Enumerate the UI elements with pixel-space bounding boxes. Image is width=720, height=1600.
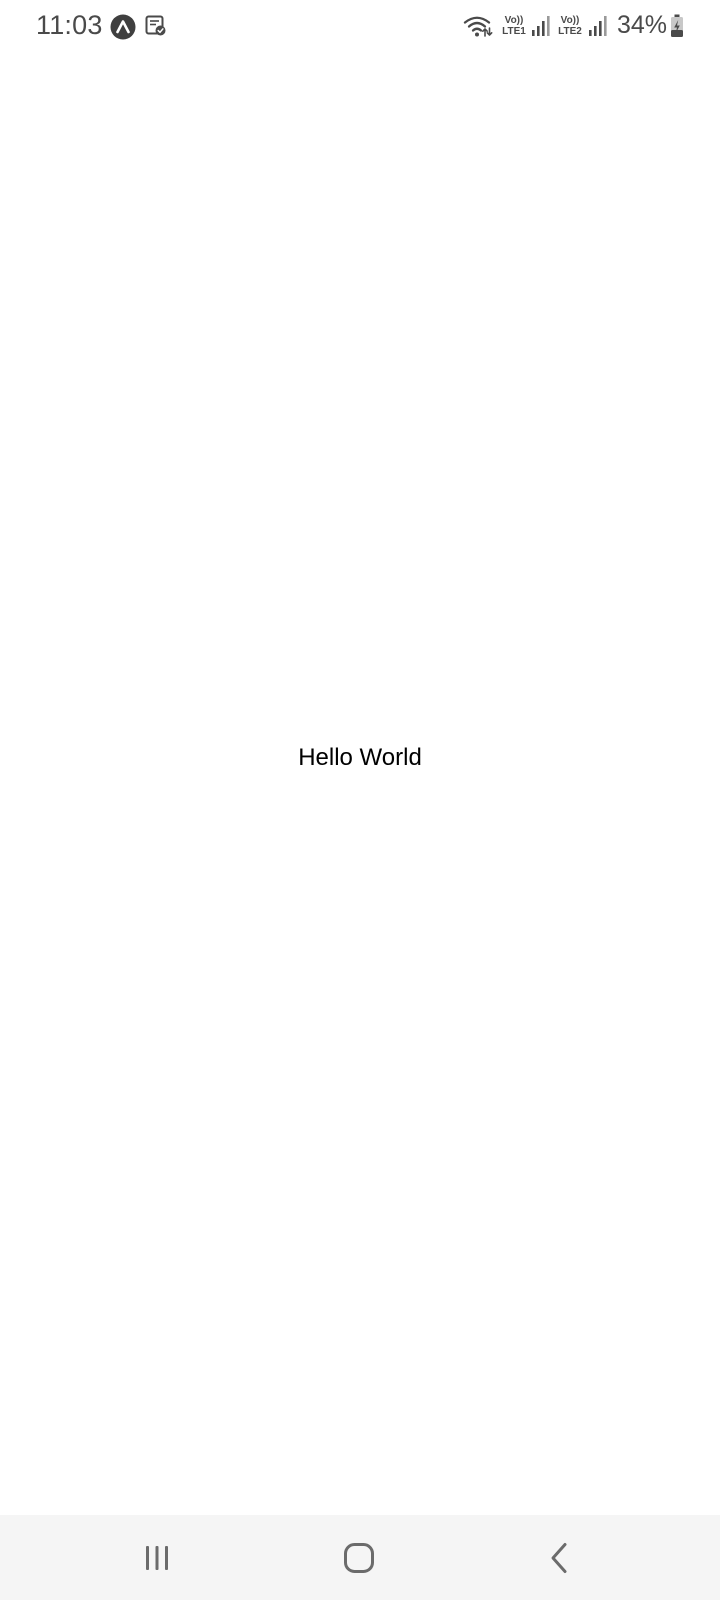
recents-icon [146,1545,168,1570]
battery-percentage: 34% [617,11,668,39]
recents-button[interactable] [97,1515,217,1600]
volte-lte2-indicator: Vo)) LTE2 [556,15,584,37]
lte1-label: LTE1 [502,26,526,37]
volte2-label: Vo)) [560,15,580,26]
volte-lte1-indicator: Vo)) LTE1 [500,15,528,37]
volte1-label: Vo)) [504,15,524,26]
battery-charging-icon [671,14,683,37]
home-button[interactable] [299,1515,419,1600]
status-bar: 11:03 Vo)) LTE1 Vo)) LTE2 34% [0,0,720,52]
status-time: 11:03 [36,10,103,40]
app-notification-icon [110,14,136,40]
task-notification-icon [145,15,166,36]
back-icon [551,1542,567,1573]
home-icon [344,1542,374,1573]
lte2-label: LTE2 [558,26,582,37]
navigation-bar [0,1515,720,1600]
wifi-icon [463,16,493,37]
signal-icon [589,16,607,36]
hello-world-text: Hello World [298,744,422,771]
signal-icon [532,16,550,36]
back-button[interactable] [500,1515,620,1600]
